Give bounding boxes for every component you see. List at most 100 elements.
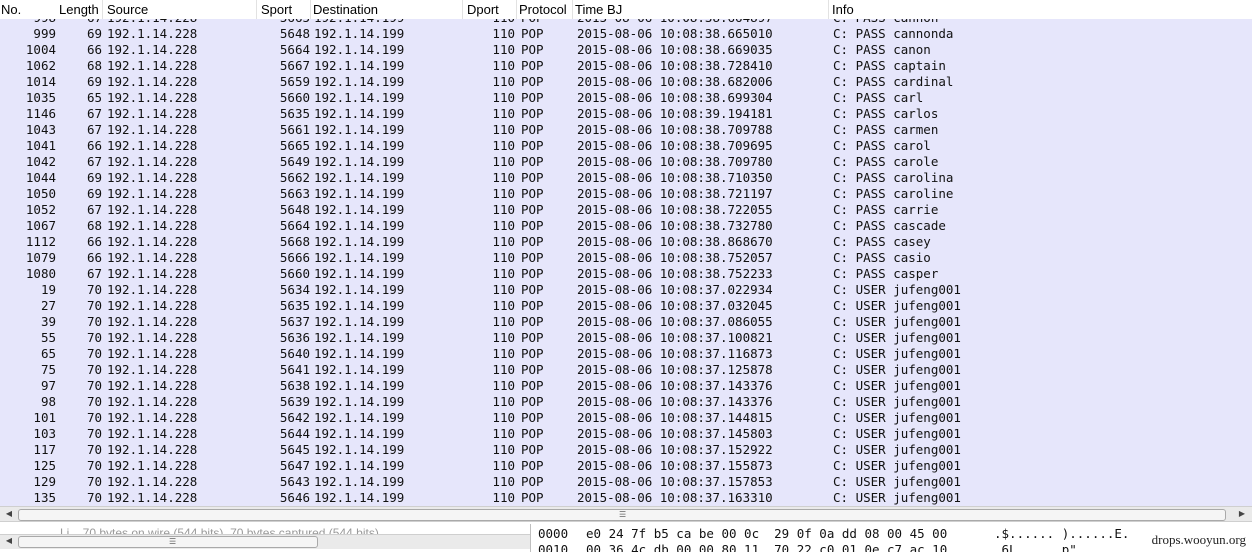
packet-row[interactable]: 103 70 192.1.14.228 5644 192.1.14.199 110 POP 2… bbox=[0, 426, 1252, 442]
packet-no: 75 bbox=[40, 362, 56, 377]
bytes-hex[interactable]: e0 24 7f b5 ca be 00 0c 29 0f 0a dd 08 0… bbox=[586, 526, 947, 542]
packet-source: 192.1.14.228 bbox=[107, 154, 198, 169]
packet-destination: 192.1.14.199 bbox=[314, 154, 405, 169]
column-header-destination[interactable]: Destination bbox=[313, 2, 378, 17]
packet-info: C: PASS carlos bbox=[833, 106, 939, 121]
column-divider[interactable] bbox=[256, 0, 257, 19]
packet-row[interactable]: 117 70 192.1.14.228 5645 192.1.14.199 110 POP 2… bbox=[0, 442, 1252, 458]
packet-row[interactable]: 39 70 192.1.14.228 5637 192.1.14.199 110 POP 20… bbox=[0, 314, 1252, 330]
packet-source: 192.1.14.228 bbox=[107, 170, 198, 185]
scrollbar-thumb[interactable]: ☰ bbox=[18, 536, 318, 548]
scroll-left-arrow-icon[interactable]: ◀ bbox=[1, 507, 17, 521]
packet-sport: 5648 bbox=[279, 26, 310, 41]
column-header-no[interactable]: No. bbox=[1, 2, 21, 17]
packet-time: 2015-08-06 10:08:38.709788 bbox=[577, 122, 773, 137]
packet-sport: 5641 bbox=[279, 362, 310, 377]
packet-info: C: USER jufeng001 bbox=[833, 426, 961, 441]
packet-source: 192.1.14.228 bbox=[107, 378, 198, 393]
packet-row[interactable]: 101 70 192.1.14.228 5642 192.1.14.199 110 POP 2… bbox=[0, 410, 1252, 426]
column-header-info[interactable]: Info bbox=[832, 2, 854, 17]
packet-dport: 110 bbox=[492, 202, 515, 217]
packet-length: 70 bbox=[86, 410, 102, 425]
packet-row[interactable]: 999 69 192.1.14.228 5648 192.1.14.199 110 POP 2… bbox=[0, 26, 1252, 42]
packet-info: C: PASS cannonda bbox=[833, 26, 954, 41]
packet-sport: 5660 bbox=[279, 90, 310, 105]
column-divider[interactable] bbox=[516, 0, 517, 19]
packet-source: 192.1.14.228 bbox=[107, 330, 198, 345]
packet-info: C: USER jufeng001 bbox=[833, 298, 961, 313]
column-header-dport[interactable]: Dport bbox=[467, 2, 499, 17]
column-header-time[interactable]: Time BJ bbox=[575, 2, 622, 17]
packet-list[interactable]: 99867192.1.14.2285665192.1.14.199110POP2… bbox=[0, 19, 1252, 506]
column-divider[interactable] bbox=[572, 0, 573, 19]
packet-row[interactable]: 1080 67 192.1.14.228 5660 192.1.14.199 110 POP… bbox=[0, 266, 1252, 282]
packet-row[interactable]: 1014 69 192.1.14.228 5659 192.1.14.199 110 POP… bbox=[0, 74, 1252, 90]
column-header-protocol[interactable]: Protocol bbox=[519, 2, 567, 17]
packet-row[interactable]: 65 70 192.1.14.228 5640 192.1.14.199 110 POP 20… bbox=[0, 346, 1252, 362]
packet-row[interactable]: 998 67 192.1.14.228 5665 192.1.14.199 110 POP 2… bbox=[0, 19, 1252, 26]
packet-destination: 192.1.14.199 bbox=[314, 426, 405, 441]
bytes-ascii[interactable]: .$...... )......E. bbox=[994, 526, 1129, 542]
packet-dport: 110 bbox=[492, 394, 515, 409]
column-header-source[interactable]: Source bbox=[107, 2, 148, 17]
packet-bytes-pane[interactable]: 0000 e0 24 7f b5 ca be 00 0c 29 0f 0a dd… bbox=[532, 524, 1252, 552]
bytes-ascii[interactable]: .6L..... p"...... bbox=[994, 542, 1122, 552]
packet-list-horizontal-scrollbar[interactable]: ◀ ☰ ▶ bbox=[0, 506, 1252, 522]
packet-row[interactable]: 135 70 192.1.14.228 5646 192.1.14.199 110 POP 2… bbox=[0, 490, 1252, 506]
column-header-length[interactable]: Length bbox=[59, 2, 99, 17]
packet-row[interactable]: 1041 66 192.1.14.228 5665 192.1.14.199 110 POP… bbox=[0, 138, 1252, 154]
packet-destination: 192.1.14.199 bbox=[314, 42, 405, 57]
packet-row[interactable]: 1050 69 192.1.14.228 5663 192.1.14.199 110 POP… bbox=[0, 186, 1252, 202]
packet-source: 192.1.14.228 bbox=[107, 298, 198, 313]
packet-info: C: USER jufeng001 bbox=[833, 474, 961, 489]
packet-protocol: POP bbox=[521, 122, 544, 137]
details-horizontal-scrollbar[interactable]: ◀ ☰ bbox=[0, 534, 530, 549]
packet-row[interactable]: 1067 68 192.1.14.228 5664 192.1.14.199 110 POP… bbox=[0, 218, 1252, 234]
packet-row[interactable]: 1052 67 192.1.14.228 5648 192.1.14.199 110 POP… bbox=[0, 202, 1252, 218]
packet-sport: 5639 bbox=[279, 394, 310, 409]
packet-protocol: POP bbox=[521, 298, 544, 313]
packet-source: 192.1.14.228 bbox=[107, 138, 198, 153]
scroll-left-arrow-icon[interactable]: ◀ bbox=[1, 535, 17, 547]
scrollbar-thumb[interactable]: ☰ bbox=[18, 509, 1226, 521]
scroll-right-arrow-icon[interactable]: ▶ bbox=[1234, 507, 1250, 521]
packet-time: 2015-08-06 10:08:37.100821 bbox=[577, 330, 773, 345]
packet-row[interactable]: 1062 68 192.1.14.228 5667 192.1.14.199 110 POP… bbox=[0, 58, 1252, 74]
packet-row[interactable]: 98 70 192.1.14.228 5639 192.1.14.199 110 POP 20… bbox=[0, 394, 1252, 410]
packet-sport: 5648 bbox=[279, 202, 310, 217]
packet-destination: 192.1.14.199 bbox=[314, 442, 405, 457]
column-divider[interactable] bbox=[310, 0, 311, 19]
packet-source: 192.1.14.228 bbox=[107, 234, 198, 249]
packet-row[interactable]: 97 70 192.1.14.228 5638 192.1.14.199 110 POP 20… bbox=[0, 378, 1252, 394]
packet-info: C: USER jufeng001 bbox=[833, 490, 961, 505]
packet-row[interactable]: 1042 67 192.1.14.228 5649 192.1.14.199 110 POP… bbox=[0, 154, 1252, 170]
column-divider[interactable] bbox=[828, 0, 829, 19]
packet-length: 66 bbox=[86, 250, 102, 265]
packet-row[interactable]: 1035 65 192.1.14.228 5660 192.1.14.199 110 POP… bbox=[0, 90, 1252, 106]
packet-row[interactable]: 129 70 192.1.14.228 5643 192.1.14.199 110 POP 2… bbox=[0, 474, 1252, 490]
packet-row[interactable]: 19 70 192.1.14.228 5634 192.1.14.199 110 POP 20… bbox=[0, 282, 1252, 298]
packet-protocol: POP bbox=[521, 330, 544, 345]
packet-row[interactable]: 75 70 192.1.14.228 5641 192.1.14.199 110 POP 20… bbox=[0, 362, 1252, 378]
packet-protocol: POP bbox=[521, 362, 544, 377]
packet-row[interactable]: 1043 67 192.1.14.228 5661 192.1.14.199 110 POP… bbox=[0, 122, 1252, 138]
packet-row[interactable]: 1146 67 192.1.14.228 5635 192.1.14.199 110 POP… bbox=[0, 106, 1252, 122]
packet-row[interactable]: 27 70 192.1.14.228 5635 192.1.14.199 110 POP 20… bbox=[0, 298, 1252, 314]
packet-length: 70 bbox=[86, 442, 102, 457]
column-divider[interactable] bbox=[102, 0, 103, 19]
packet-destination: 192.1.14.199 bbox=[314, 266, 405, 281]
packet-details-pane[interactable]: Li... 70 bytes on wire (544 bits), 70 by… bbox=[0, 524, 531, 552]
packet-row[interactable]: 1004 66 192.1.14.228 5664 192.1.14.199 110 POP… bbox=[0, 42, 1252, 58]
packet-source: 192.1.14.228 bbox=[107, 346, 198, 361]
column-divider[interactable] bbox=[462, 0, 463, 19]
packet-destination: 192.1.14.199 bbox=[314, 250, 405, 265]
packet-destination: 192.1.14.199 bbox=[314, 202, 405, 217]
packet-row[interactable]: 1044 69 192.1.14.228 5662 192.1.14.199 110 POP… bbox=[0, 170, 1252, 186]
packet-row[interactable]: 125 70 192.1.14.228 5647 192.1.14.199 110 POP 2… bbox=[0, 458, 1252, 474]
packet-no: 1146 bbox=[25, 106, 56, 121]
column-header-sport[interactable]: Sport bbox=[261, 2, 292, 17]
bytes-hex[interactable]: 00 36 4c db 00 00 80 11 70 22 c0 01 0e c… bbox=[586, 542, 947, 552]
packet-row[interactable]: 55 70 192.1.14.228 5636 192.1.14.199 110 POP 20… bbox=[0, 330, 1252, 346]
packet-row[interactable]: 1112 66 192.1.14.228 5668 192.1.14.199 110 POP… bbox=[0, 234, 1252, 250]
packet-row[interactable]: 1079 66 192.1.14.228 5666 192.1.14.199 110 POP… bbox=[0, 250, 1252, 266]
